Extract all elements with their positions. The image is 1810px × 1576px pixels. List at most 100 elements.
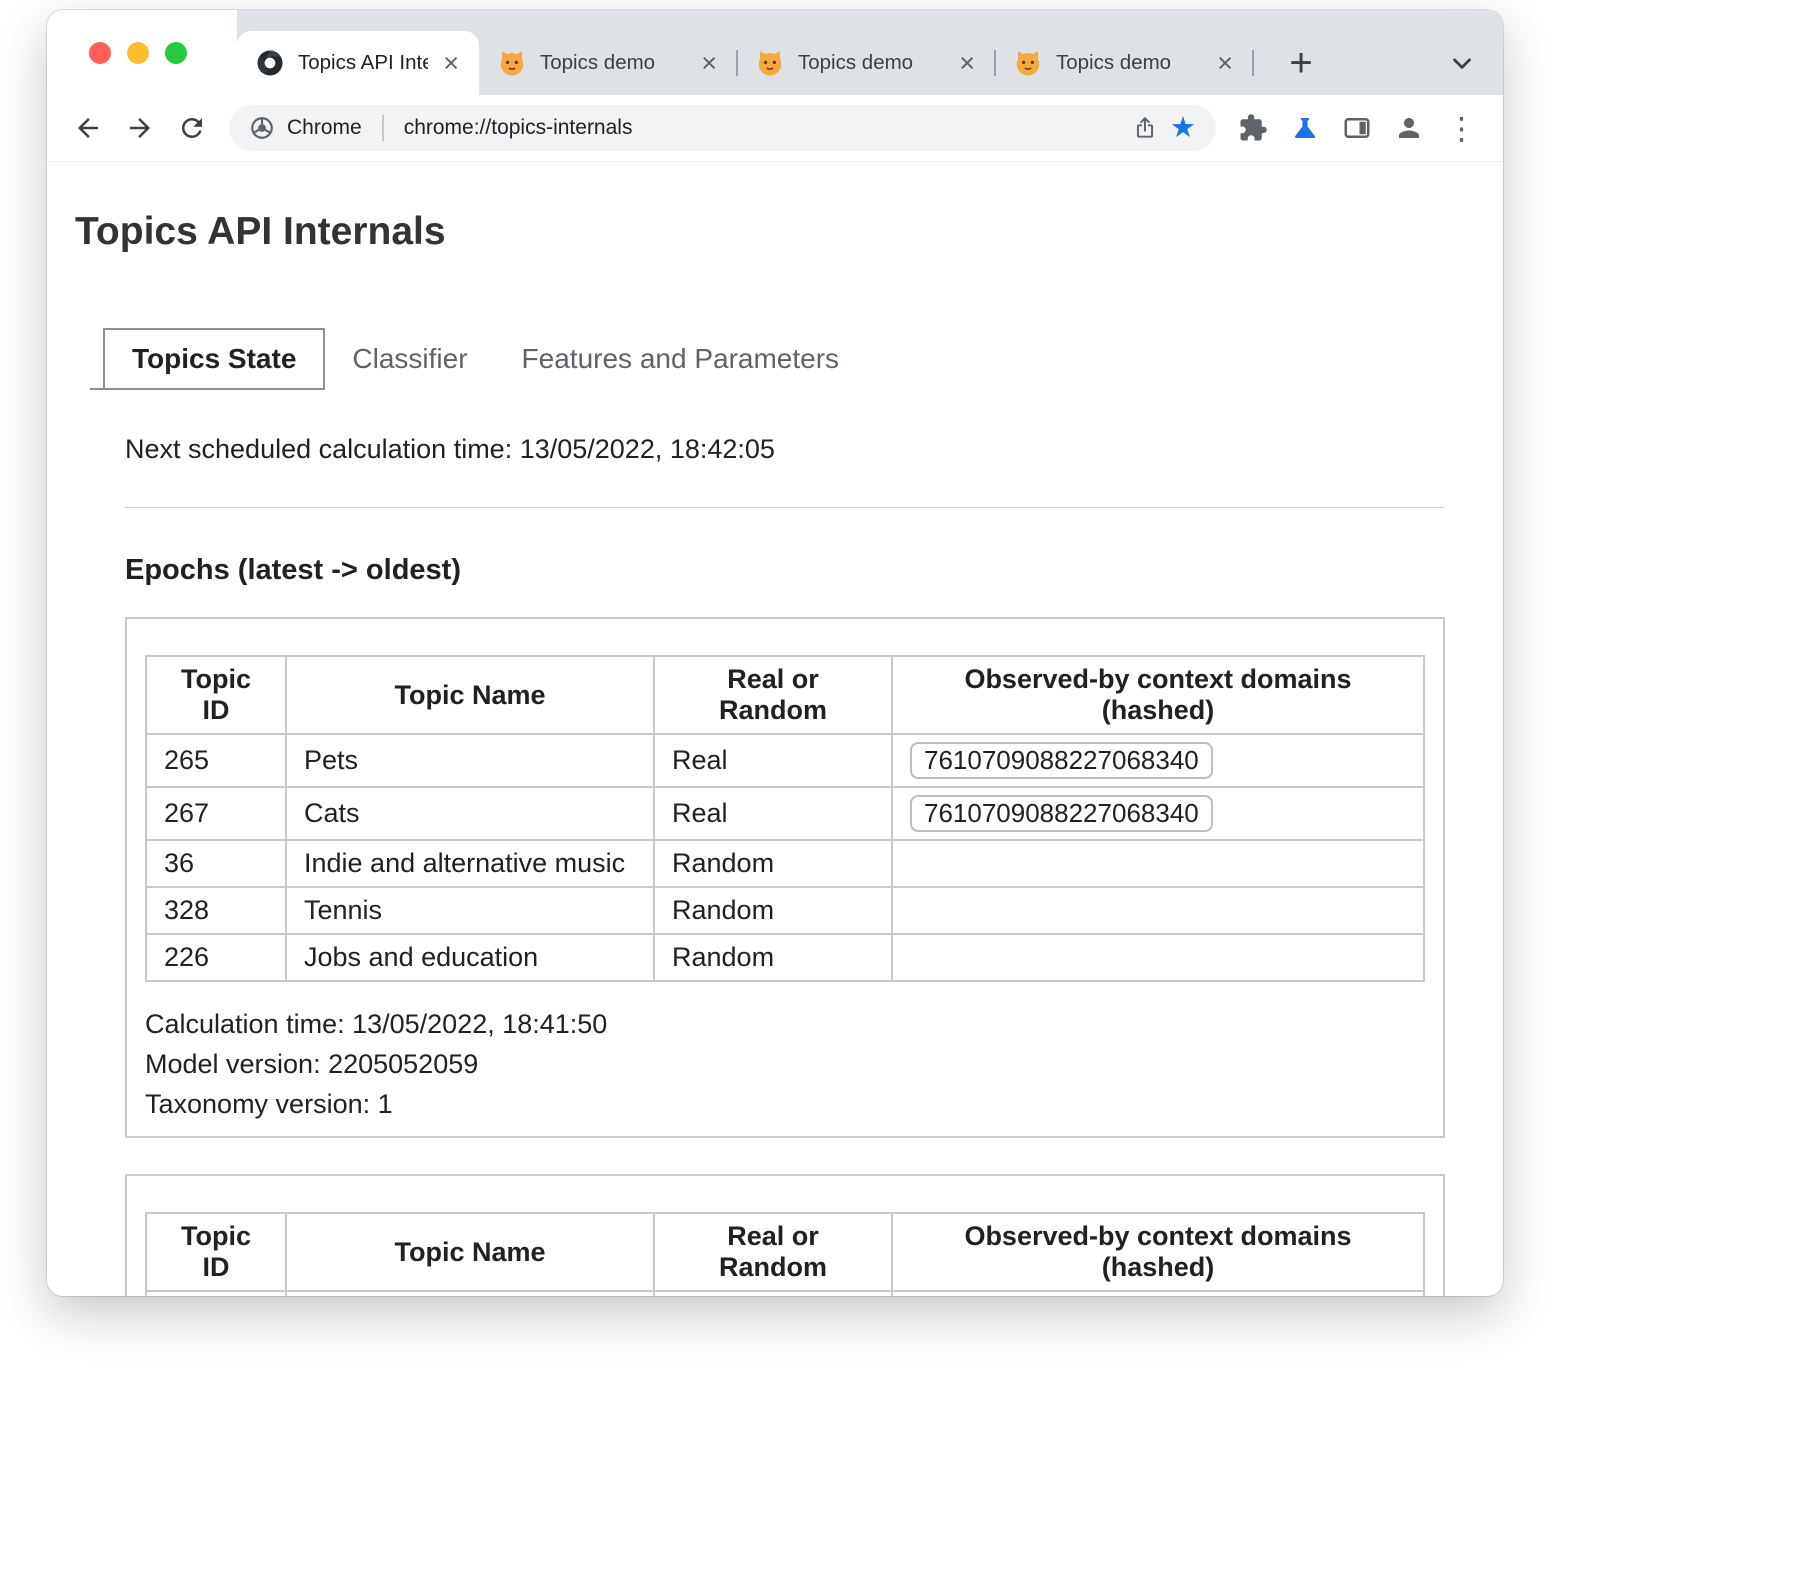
domains-cell: 7610709088227068340 xyxy=(892,787,1424,840)
divider xyxy=(125,507,1445,508)
hashed-domain-chip: 7610709088227068340 xyxy=(910,742,1213,779)
browser-menu-icon[interactable]: ⋮ xyxy=(1446,113,1477,144)
tab-topics-api-internals[interactable]: Topics API Intern × xyxy=(237,31,479,95)
domains-cell xyxy=(892,887,1424,934)
share-icon[interactable] xyxy=(1132,115,1158,141)
real-or-random-cell: Real xyxy=(654,734,892,787)
site-chip-label: Chrome xyxy=(287,116,362,140)
header-observed-domains: Observed-by context domains (hashed) xyxy=(892,1213,1424,1291)
header-real-or-random: Real or Random xyxy=(654,656,892,734)
next-calculation-time: Next scheduled calculation time: 13/05/2… xyxy=(125,434,1445,465)
real-or-random-cell: Random xyxy=(654,840,892,887)
table-row: 123 Printing and publishing Random xyxy=(146,1291,1424,1296)
header-real-or-random: Real or Random xyxy=(654,1213,892,1291)
topic-name-cell: Printing and publishing xyxy=(286,1291,654,1296)
epochs-heading: Epochs (latest -> oldest) xyxy=(125,554,1445,587)
topic-name-cell: Cats xyxy=(286,787,654,840)
tab-close-icon[interactable]: × xyxy=(699,50,719,77)
tab-close-icon[interactable]: × xyxy=(1215,50,1235,77)
taxonomy-version: Taxonomy version: 1 xyxy=(145,1084,1425,1124)
page-content: Topics API Internals Topics State Classi… xyxy=(47,162,1503,1296)
real-or-random-cell: Real xyxy=(654,787,892,840)
header-topic-name: Topic Name xyxy=(286,656,654,734)
window-controls xyxy=(47,10,237,95)
page-title: Topics API Internals xyxy=(75,210,1445,254)
reload-button[interactable] xyxy=(177,113,207,143)
topic-name-cell: Jobs and education xyxy=(286,934,654,981)
domains-cell xyxy=(892,934,1424,981)
chrome-logo-icon xyxy=(255,48,285,78)
cat-icon xyxy=(497,48,527,78)
browser-window: Topics API Intern × Topics demo × Topics… xyxy=(47,10,1503,1296)
domains-cell xyxy=(892,840,1424,887)
tab-strip-lead-line xyxy=(90,328,103,390)
table-row: 36 Indie and alternative music Random xyxy=(146,840,1424,887)
profile-avatar-icon[interactable] xyxy=(1394,113,1424,143)
topic-id-cell: 123 xyxy=(146,1291,286,1296)
labs-flask-icon[interactable] xyxy=(1290,113,1320,143)
topic-id-cell: 36 xyxy=(146,840,286,887)
tab-title: Topics API Intern xyxy=(298,51,428,75)
real-or-random-cell: Random xyxy=(654,934,892,981)
tab-classifier[interactable]: Classifier xyxy=(325,328,494,390)
tab-overflow-chevron-icon[interactable] xyxy=(1447,31,1477,95)
window-minimize-button[interactable] xyxy=(127,42,149,64)
tab-title: Topics demo xyxy=(1056,51,1202,75)
hashed-domain-chip: 7610709088227068340 xyxy=(910,795,1213,832)
table-header-row: Topic ID Topic Name Real or Random Obser… xyxy=(146,1213,1424,1291)
table-row: 328 Tennis Random xyxy=(146,887,1424,934)
topic-id-cell: 328 xyxy=(146,887,286,934)
real-or-random-cell: Random xyxy=(654,887,892,934)
domains-cell xyxy=(892,1291,1424,1296)
header-topic-id: Topic ID xyxy=(146,1213,286,1291)
side-panel-icon[interactable] xyxy=(1342,113,1372,143)
tab-title: Topics demo xyxy=(540,51,686,75)
header-observed-domains: Observed-by context domains (hashed) xyxy=(892,656,1424,734)
topics-state-panel: Next scheduled calculation time: 13/05/2… xyxy=(75,390,1445,1296)
calculation-time: Calculation time: 13/05/2022, 18:41:50 xyxy=(145,1004,1425,1044)
table-row: 226 Jobs and education Random xyxy=(146,934,1424,981)
forward-button[interactable] xyxy=(125,113,155,143)
tab-topics-demo-3[interactable]: Topics demo × xyxy=(995,31,1253,95)
header-topic-name: Topic Name xyxy=(286,1213,654,1291)
extensions-puzzle-icon[interactable] xyxy=(1238,113,1268,143)
tab-topics-demo-2[interactable]: Topics demo × xyxy=(737,31,995,95)
page-tab-strip: Topics State Classifier Features and Par… xyxy=(90,328,1445,390)
epoch-card-older: Topic ID Topic Name Real or Random Obser… xyxy=(125,1174,1445,1296)
real-or-random-cell: Random xyxy=(654,1291,892,1296)
back-button[interactable] xyxy=(73,113,103,143)
table-row: 267 Cats Real 7610709088227068340 xyxy=(146,787,1424,840)
tab-features-and-parameters[interactable]: Features and Parameters xyxy=(495,328,867,390)
table-header-row: Topic ID Topic Name Real or Random Obser… xyxy=(146,656,1424,734)
tab-strip: Topics API Intern × Topics demo × Topics… xyxy=(47,10,1503,95)
new-tab-button[interactable]: + xyxy=(1279,31,1323,95)
topic-name-cell: Indie and alternative music xyxy=(286,840,654,887)
address-bar[interactable]: Chrome chrome://topics-internals ★ xyxy=(229,105,1216,151)
topic-id-cell: 265 xyxy=(146,734,286,787)
table-row: 265 Pets Real 7610709088227068340 xyxy=(146,734,1424,787)
bookmark-star-icon[interactable]: ★ xyxy=(1170,114,1196,143)
domains-cell: 7610709088227068340 xyxy=(892,734,1424,787)
epoch-card-latest: Topic ID Topic Name Real or Random Obser… xyxy=(125,617,1445,1138)
topic-name-cell: Pets xyxy=(286,734,654,787)
topic-name-cell: Tennis xyxy=(286,887,654,934)
tab-topics-demo-1[interactable]: Topics demo × xyxy=(479,31,737,95)
tab-title: Topics demo xyxy=(798,51,944,75)
tab-topics-state[interactable]: Topics State xyxy=(103,328,325,390)
epoch-meta: Calculation time: 13/05/2022, 18:41:50 M… xyxy=(145,1004,1425,1124)
window-zoom-button[interactable] xyxy=(165,42,187,64)
epoch-table: Topic ID Topic Name Real or Random Obser… xyxy=(145,655,1425,982)
tab-close-icon[interactable]: × xyxy=(441,50,461,77)
omnibox-divider xyxy=(382,115,384,141)
browser-toolbar: Chrome chrome://topics-internals ★ ⋮ xyxy=(47,95,1503,162)
chrome-logo-icon xyxy=(249,115,275,141)
topic-id-cell: 267 xyxy=(146,787,286,840)
tab-close-icon[interactable]: × xyxy=(957,50,977,77)
header-topic-id: Topic ID xyxy=(146,656,286,734)
window-close-button[interactable] xyxy=(89,42,111,64)
topic-id-cell: 226 xyxy=(146,934,286,981)
url-text: chrome://topics-internals xyxy=(404,116,633,140)
model-version: Model version: 2205052059 xyxy=(145,1044,1425,1084)
cat-icon xyxy=(1013,48,1043,78)
cat-icon xyxy=(755,48,785,78)
